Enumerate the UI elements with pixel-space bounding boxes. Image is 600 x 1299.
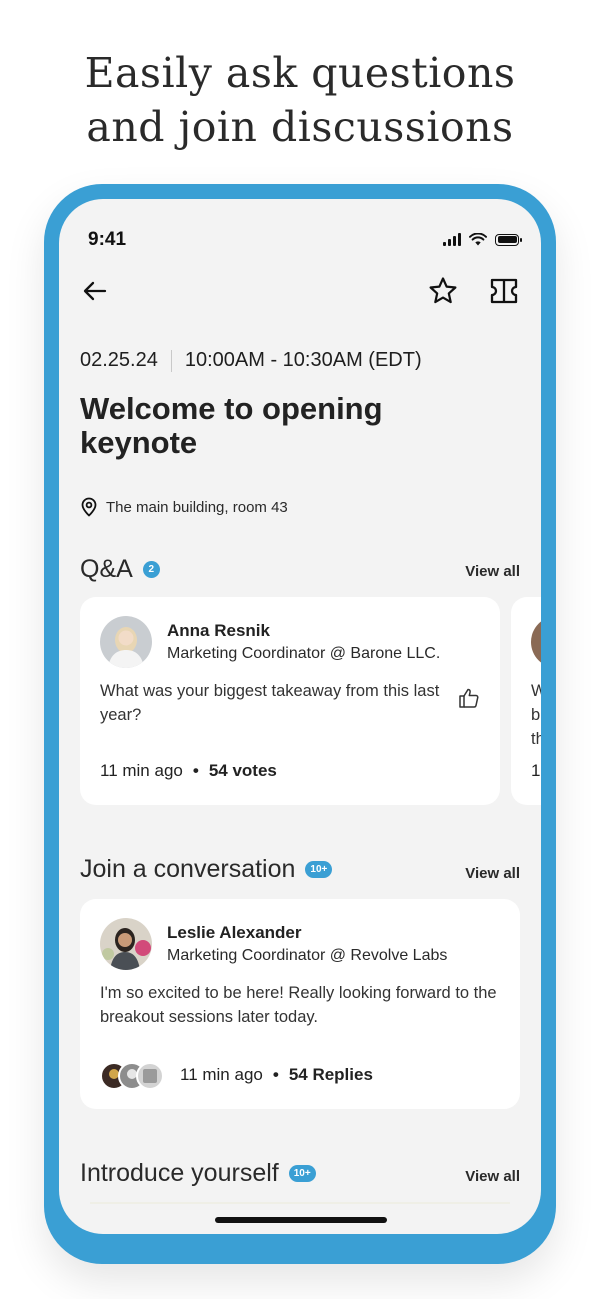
conversation-view-all-link[interactable]: View all xyxy=(465,865,520,882)
introduce-section-title: Introduce yourself xyxy=(80,1159,279,1187)
status-icons xyxy=(443,233,522,246)
peek-time: 1: xyxy=(531,761,541,780)
conversation-meta: 11 min ago • 54 Replies xyxy=(180,1065,373,1085)
author-role: Marketing Coordinator @ Revolve Labs xyxy=(167,947,448,964)
qa-question-card-next[interactable]: W b th 1: xyxy=(511,597,541,805)
conversation-count-badge: 10+ xyxy=(305,861,333,878)
participant-avatars xyxy=(100,1062,164,1090)
location-label: The main building, room 43 xyxy=(106,498,288,516)
author-name: Anna Resnik xyxy=(167,621,270,640)
qa-question-card[interactable]: Anna Resnik Marketing Coordinator @ Baro… xyxy=(80,597,500,805)
question-time: 11 min ago xyxy=(100,761,183,780)
qa-view-all-link[interactable]: View all xyxy=(465,563,520,580)
marketing-headline: Easily ask questions and join discussion… xyxy=(0,46,600,154)
battery-icon xyxy=(495,233,522,246)
vote-count: 54 votes xyxy=(208,761,277,780)
avatar xyxy=(100,616,152,668)
ticket-button[interactable] xyxy=(489,277,519,305)
session-date-time: 02.25.24 10:00AM - 10:30AM (EDT) xyxy=(80,349,422,372)
peek-text-line-3: th xyxy=(531,730,541,748)
session-title: Welcome to opening keynote xyxy=(80,391,383,460)
thumbs-up-icon xyxy=(459,688,479,708)
question-meta: 11 min ago • 54 votes xyxy=(100,761,277,781)
session-time-range: 10:00AM - 10:30AM (EDT) xyxy=(184,349,422,371)
question-text: What was your biggest takeaway from this… xyxy=(100,682,440,724)
upvote-button[interactable] xyxy=(458,687,480,714)
ticket-icon xyxy=(490,278,518,304)
author-role: Marketing Coordinator @ Barone LLC. xyxy=(167,645,441,662)
meta-separator: • xyxy=(192,761,199,780)
headline-line-1: Easily ask questions xyxy=(84,49,516,97)
qa-section-title: Q&A xyxy=(80,555,133,583)
next-card-edge xyxy=(90,1202,510,1204)
introduce-section-header: Introduce yourself 10+ xyxy=(80,1159,316,1188)
peek-text-line-2: b xyxy=(531,706,541,724)
favorite-button[interactable] xyxy=(427,275,459,307)
person-avatar-image xyxy=(100,616,152,668)
back-button[interactable] xyxy=(81,277,109,305)
app-screen: 9:41 02.25.24 10:00AM - 10:30AM (EDT) We… xyxy=(59,199,541,1234)
author-name: Leslie Alexander xyxy=(167,923,302,942)
status-time: 9:41 xyxy=(88,229,127,250)
headline-line-2: and join discussions xyxy=(86,103,514,151)
person-avatar-image xyxy=(531,616,541,668)
map-pin-icon xyxy=(81,497,97,517)
person-avatar-image xyxy=(100,918,152,970)
qa-section-header: Q&A 2 xyxy=(80,555,160,584)
wifi-icon xyxy=(469,233,487,246)
star-icon xyxy=(429,277,457,304)
conversation-section-header: Join a conversation 10+ xyxy=(80,855,333,884)
meta-separator: • xyxy=(272,1065,279,1084)
session-location: The main building, room 43 xyxy=(80,497,288,517)
introduce-count-badge: 10+ xyxy=(288,1165,316,1182)
introduce-view-all-link[interactable]: View all xyxy=(465,1168,520,1185)
date-divider xyxy=(170,349,172,372)
session-date: 02.25.24 xyxy=(80,349,158,371)
phone-frame: 9:41 02.25.24 10:00AM - 10:30AM (EDT) We… xyxy=(44,184,556,1264)
avatar xyxy=(100,918,152,970)
arrow-left-icon xyxy=(83,281,107,301)
conversation-section-title: Join a conversation xyxy=(80,855,296,883)
conversation-time: 11 min ago xyxy=(180,1065,263,1084)
reply-count: 54 Replies xyxy=(288,1065,373,1084)
participant-avatar-stack xyxy=(100,1062,164,1090)
home-indicator[interactable] xyxy=(215,1217,387,1223)
avatar xyxy=(531,616,541,668)
cellular-signal-icon xyxy=(443,233,461,246)
conversation-card[interactable]: Leslie Alexander Marketing Coordinator @… xyxy=(80,899,520,1109)
qa-count-badge: 2 xyxy=(142,561,160,578)
peek-text-line-1: W xyxy=(531,682,541,700)
conversation-message: I'm so excited to be here! Really lookin… xyxy=(100,984,497,1026)
